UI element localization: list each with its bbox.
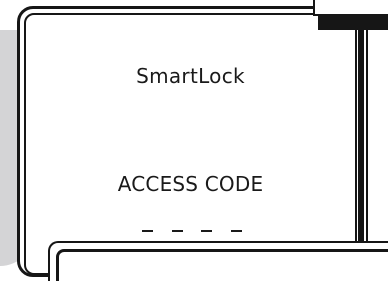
top-corner-bar <box>318 14 388 30</box>
access-code-input[interactable] <box>142 230 242 234</box>
code-digit-slot-4 <box>230 230 242 232</box>
code-digit-slot-3 <box>201 230 213 232</box>
code-digit-slot-2 <box>171 230 183 232</box>
code-digit-slot-1 <box>142 230 153 232</box>
lock-screen-display <box>24 13 357 275</box>
access-code-label: ACCESS CODE <box>117 172 264 196</box>
keypad-panel[interactable] <box>56 249 388 281</box>
brand-title: SmartLock <box>136 64 245 88</box>
